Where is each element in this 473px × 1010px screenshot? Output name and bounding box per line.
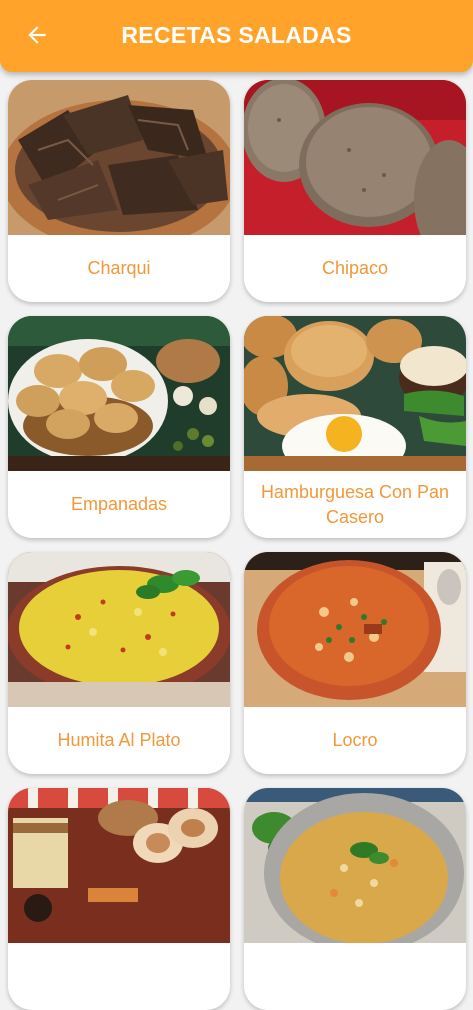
hamburguesa-photo: [244, 316, 466, 471]
recipe-card-platter[interactable]: [8, 788, 230, 1010]
recipe-card-locro[interactable]: Locro: [244, 552, 466, 774]
recipe-card-empanadas[interactable]: Empanadas: [8, 316, 230, 538]
empanadas-photo: [8, 316, 230, 471]
recipe-label: Hamburguesa Con Pan Casero: [260, 481, 450, 527]
soup-bowl-photo: [244, 788, 466, 943]
locro-photo: [244, 552, 466, 707]
recipe-card-soup[interactable]: [244, 788, 466, 1010]
recipe-card-humita[interactable]: Humita Al Plato: [8, 552, 230, 774]
recipe-label: [252, 943, 458, 1010]
charqui-photo: [8, 80, 230, 235]
app-bar: RECETAS SALADAS: [0, 0, 473, 72]
page-title: RECETAS SALADAS: [121, 22, 352, 48]
recipe-card-charqui[interactable]: Charqui: [8, 80, 230, 302]
recipe-label: Chipaco: [321, 258, 389, 278]
recipe-label: Charqui: [87, 258, 151, 278]
recipe-label: Empanadas: [70, 494, 168, 514]
recipe-label: Humita Al Plato: [57, 730, 181, 750]
platter-photo: [8, 788, 230, 943]
recipe-card-chipaco[interactable]: Chipaco: [244, 80, 466, 302]
recipe-label: Locro: [332, 730, 378, 750]
recipe-label: [16, 943, 222, 1010]
recipe-grid: Charqui Chipaco Empanadas Hamburguesa Co…: [0, 0, 473, 1010]
humita-photo: [8, 552, 230, 707]
recipe-card-hamburguesa[interactable]: Hamburguesa Con Pan Casero: [244, 316, 466, 538]
chipaco-photo: [244, 80, 466, 235]
